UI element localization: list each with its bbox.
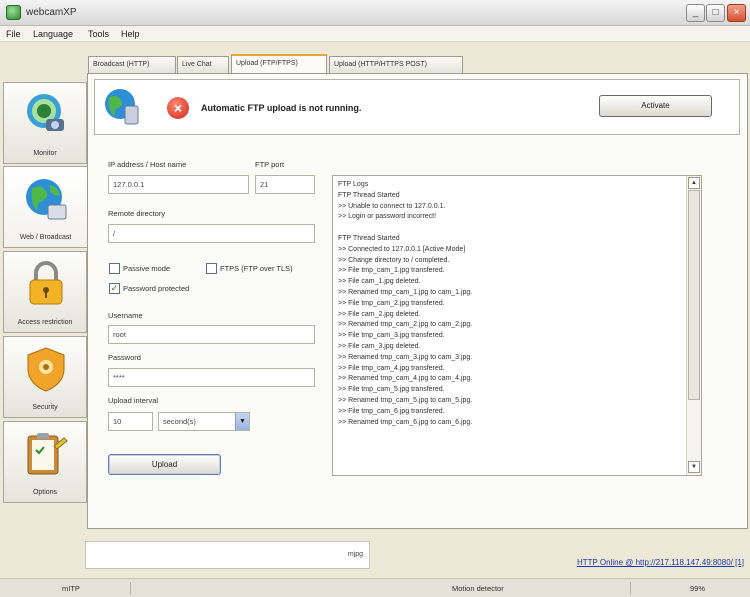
log-line: >> Renamed tmp_cam_5.jpg to cam_5.jpg.: [338, 396, 473, 404]
status-motion: Motion detector: [452, 584, 504, 593]
sidebar-item-monitor[interactable]: Monitor: [3, 82, 87, 164]
log-line: >> File cam_3.jpg deleted.: [338, 342, 421, 350]
log-line: >> Renamed tmp_cam_1.jpg to cam_1.jpg.: [338, 288, 473, 296]
status-percent: 99%: [690, 584, 706, 593]
log-line: FTP Thread Started: [338, 234, 400, 242]
error-icon: ×: [167, 97, 189, 119]
log-line: >> File tmp_cam_4.jpg transfered.: [338, 364, 445, 372]
maximize-button[interactable]: □: [706, 4, 725, 22]
upload-interval-input[interactable]: 10: [108, 412, 153, 431]
app-logo-icon: [6, 5, 21, 20]
log-line: >> Renamed tmp_cam_4.jpg to cam_4.jpg.: [338, 375, 473, 383]
minimize-button[interactable]: _: [686, 4, 705, 22]
ftps-label: FTPS (FTP over TLS): [220, 264, 293, 273]
status-left: mITP: [62, 584, 80, 593]
sidebar-item-security[interactable]: Security: [3, 336, 87, 418]
remote-directory-input[interactable]: /: [108, 224, 315, 243]
title-bar: webcamXP _ □ ×: [0, 0, 750, 26]
padlock-icon: [29, 261, 63, 305]
sidebar-label-monitor: Monitor: [33, 150, 57, 157]
tab-broadcast-http[interactable]: Broadcast (HTTP): [88, 56, 176, 73]
globe-server-icon: [105, 89, 139, 125]
log-scrollbar[interactable]: ▲ ▼: [686, 176, 701, 475]
ftp-status-box: × Automatic FTP upload is not running. A…: [94, 79, 740, 135]
remote-directory-label: Remote directory: [108, 209, 166, 218]
password-input[interactable]: ****: [108, 368, 315, 387]
interval-unit-select[interactable]: second(s) ▼: [158, 412, 250, 431]
username-label: Username: [108, 311, 143, 320]
ip-address-label: IP address / Host name: [108, 160, 187, 169]
bottom-input[interactable]: mjpg: [85, 541, 370, 569]
log-lines: FTP Logs FTP Thread Started >> Unable to c…: [333, 176, 701, 428]
status-divider: [630, 582, 631, 595]
ftp-upload-panel: × Automatic FTP upload is not running. A…: [87, 73, 748, 529]
close-button[interactable]: ×: [727, 4, 746, 22]
status-bar: mITP Motion detector 99%: [0, 578, 750, 597]
menu-file[interactable]: File: [6, 29, 21, 39]
tab-live-chat[interactable]: Live Chat: [177, 56, 229, 73]
upload-interval-label: Upload interval: [108, 396, 159, 405]
password-label: Password: [108, 353, 141, 362]
password-protected-checkbox[interactable]: ✓: [109, 283, 120, 294]
activate-button[interactable]: Activate: [599, 95, 712, 117]
log-line: >> File tmp_cam_5.jpg transfered.: [338, 386, 445, 394]
sidebar-label-security: Security: [32, 404, 58, 411]
log-line: >> Unable to connect to 127.0.0.1.: [338, 202, 446, 210]
tab-upload-http-post[interactable]: Upload (HTTP/HTTPS POST): [329, 56, 463, 73]
passive-mode-label: Passive mode: [123, 264, 171, 273]
username-input[interactable]: root: [108, 325, 315, 344]
status-divider: [130, 582, 131, 595]
shield-icon: [27, 347, 65, 392]
upload-button[interactable]: Upload: [108, 454, 221, 475]
sidebar: Monitor Web / Broadcast Access restricti…: [3, 82, 87, 506]
log-line: FTP Thread Started: [338, 191, 400, 199]
globe-icon: [26, 179, 67, 220]
sidebar-item-access-restriction[interactable]: Access restriction: [3, 251, 87, 333]
ip-address-input[interactable]: 127.0.0.1: [108, 175, 249, 194]
log-line: >> Change directory to / completed.: [338, 256, 450, 264]
log-line: >> File tmp_cam_6.jpg transfered.: [338, 407, 445, 415]
sidebar-label-access-restriction: Access restriction: [17, 319, 73, 326]
log-line: >> File tmp_cam_1.jpg transfered.: [338, 267, 445, 275]
menu-language[interactable]: Language: [33, 29, 73, 39]
chevron-down-icon[interactable]: ▼: [235, 413, 249, 430]
monitor-camera-icon: [27, 94, 64, 131]
scroll-down-icon[interactable]: ▼: [688, 461, 700, 473]
log-line: >> File cam_1.jpg deleted.: [338, 278, 421, 286]
ftp-port-input[interactable]: 21: [255, 175, 315, 194]
bottom-input-text: mjpg: [347, 551, 363, 558]
http-status-link[interactable]: HTTP Online @ http://217.118.147.49:8080…: [577, 558, 744, 567]
passive-mode-checkbox[interactable]: [109, 263, 120, 274]
log-line: FTP Logs: [338, 181, 369, 188]
password-protected-label: Password protected: [123, 284, 190, 293]
ftp-port-label: FTP port: [255, 160, 285, 169]
log-line: >> Renamed tmp_cam_3.jpg to cam_3.jpg.: [338, 353, 473, 361]
clipboard-icon: [27, 433, 68, 475]
ftp-status-message: Automatic FTP upload is not running.: [201, 103, 362, 113]
log-line: >> Renamed tmp_cam_6.jpg to cam_6.jpg.: [338, 418, 473, 426]
log-line: >> Connected to 127.0.0.1 [Active Mode]: [338, 245, 466, 253]
tab-upload-ftp[interactable]: Upload (FTP/FTPS): [231, 54, 327, 73]
log-line: >> File tmp_cam_2.jpg transfered.: [338, 299, 445, 307]
sidebar-label-options: Options: [32, 489, 58, 496]
scroll-up-icon[interactable]: ▲: [688, 177, 700, 189]
interval-unit-value: second(s): [163, 417, 196, 426]
sidebar-item-options[interactable]: Options: [3, 421, 87, 503]
log-line: >> File cam_2.jpg deleted.: [338, 310, 421, 318]
sidebar-label-web-broadcast: Web / Broadcast: [19, 234, 72, 241]
log-line: >> Login or password incorrect!: [338, 213, 437, 221]
menu-bar: File Language Tools Help: [0, 26, 750, 42]
menu-tools[interactable]: Tools: [88, 29, 109, 39]
log-line: >> Renamed tmp_cam_2.jpg to cam_2.jpg.: [338, 321, 473, 329]
ftps-checkbox[interactable]: [206, 263, 217, 274]
scroll-thumb[interactable]: [688, 190, 700, 400]
log-line: >> File tmp_cam_3.jpg transfered.: [338, 332, 445, 340]
window-title: webcamXP: [26, 7, 77, 18]
menu-help[interactable]: Help: [121, 29, 140, 39]
ftp-log[interactable]: FTP Logs FTP Thread Started >> Unable to c…: [332, 175, 702, 476]
sidebar-item-web-broadcast[interactable]: Web / Broadcast: [3, 166, 87, 248]
